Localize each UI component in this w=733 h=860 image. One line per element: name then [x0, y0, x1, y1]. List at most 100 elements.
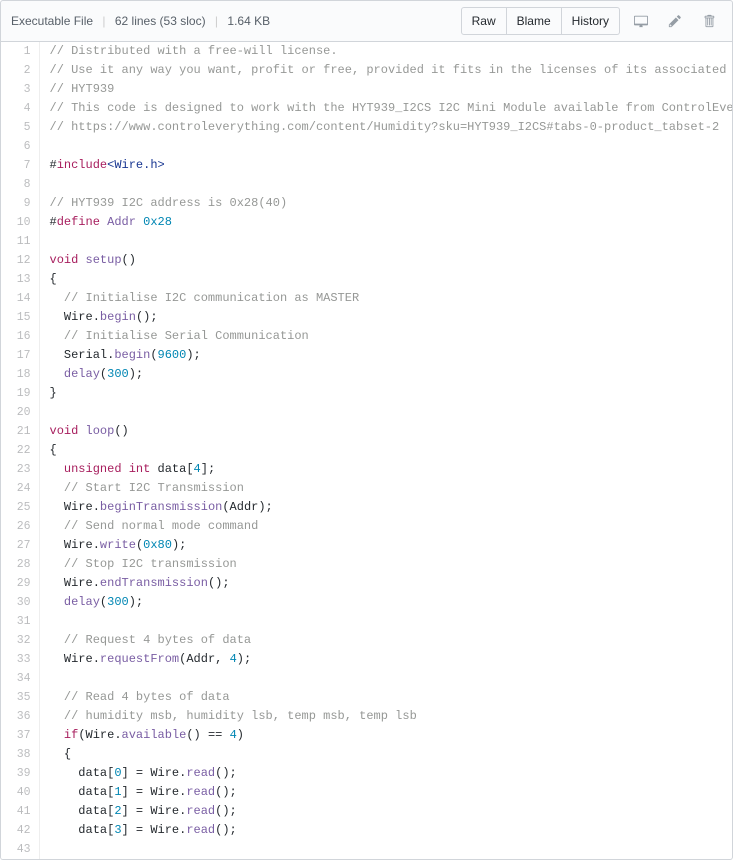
pencil-icon[interactable]	[662, 8, 688, 34]
line-content[interactable]	[39, 669, 733, 688]
line-content[interactable]	[39, 403, 733, 422]
line-content[interactable]: #define Addr 0x28	[39, 213, 733, 232]
line-content[interactable]: {	[39, 441, 733, 460]
code-line: 6	[1, 137, 733, 156]
line-content[interactable]	[39, 175, 733, 194]
code-line: 12void setup()	[1, 251, 733, 270]
line-content[interactable]: unsigned int data[4];	[39, 460, 733, 479]
line-number[interactable]: 14	[1, 289, 39, 308]
line-number[interactable]: 8	[1, 175, 39, 194]
line-content[interactable]: }	[39, 384, 733, 403]
line-number[interactable]: 22	[1, 441, 39, 460]
line-number[interactable]: 16	[1, 327, 39, 346]
line-number[interactable]: 21	[1, 422, 39, 441]
line-content[interactable]: Wire.endTransmission();	[39, 574, 733, 593]
line-number[interactable]: 28	[1, 555, 39, 574]
line-content[interactable]: #include<Wire.h>	[39, 156, 733, 175]
line-number[interactable]: 36	[1, 707, 39, 726]
line-number[interactable]: 2	[1, 61, 39, 80]
line-number[interactable]: 30	[1, 593, 39, 612]
line-number[interactable]: 41	[1, 802, 39, 821]
line-number[interactable]: 35	[1, 688, 39, 707]
line-content[interactable]: {	[39, 745, 733, 764]
code-line: 23 unsigned int data[4];	[1, 460, 733, 479]
line-number[interactable]: 26	[1, 517, 39, 536]
line-number[interactable]: 10	[1, 213, 39, 232]
line-content[interactable]: Wire.begin();	[39, 308, 733, 327]
line-content[interactable]: data[3] = Wire.read();	[39, 821, 733, 840]
line-number[interactable]: 12	[1, 251, 39, 270]
code-line: 43	[1, 840, 733, 859]
line-content[interactable]: // Initialise I2C communication as MASTE…	[39, 289, 733, 308]
line-number[interactable]: 19	[1, 384, 39, 403]
line-content[interactable]: delay(300);	[39, 593, 733, 612]
raw-button[interactable]: Raw	[461, 7, 507, 35]
trashcan-icon[interactable]	[696, 8, 722, 34]
blame-button[interactable]: Blame	[507, 7, 562, 35]
desktop-icon[interactable]	[628, 8, 654, 34]
line-content[interactable]: Wire.requestFrom(Addr, 4);	[39, 650, 733, 669]
line-number[interactable]: 24	[1, 479, 39, 498]
line-number[interactable]: 3	[1, 80, 39, 99]
line-content[interactable]: {	[39, 270, 733, 289]
line-number[interactable]: 33	[1, 650, 39, 669]
line-content[interactable]: // humidity msb, humidity lsb, temp msb,…	[39, 707, 733, 726]
line-content[interactable]: // Use it any way you want, profit or fr…	[39, 61, 733, 80]
code-table: 1// Distributed with a free-will license…	[1, 42, 733, 859]
line-number[interactable]: 25	[1, 498, 39, 517]
line-number[interactable]: 32	[1, 631, 39, 650]
line-content[interactable]: // https://www.controleverything.com/con…	[39, 118, 733, 137]
history-button[interactable]: History	[562, 7, 620, 35]
line-number[interactable]: 11	[1, 232, 39, 251]
line-content[interactable]: // This code is designed to work with th…	[39, 99, 733, 118]
line-content[interactable]: if(Wire.available() == 4)	[39, 726, 733, 745]
line-content[interactable]: // Initialise Serial Communication	[39, 327, 733, 346]
line-number[interactable]: 27	[1, 536, 39, 555]
line-content[interactable]	[39, 840, 733, 859]
line-content[interactable]	[39, 137, 733, 156]
line-content[interactable]: // Read 4 bytes of data	[39, 688, 733, 707]
line-number[interactable]: 34	[1, 669, 39, 688]
line-content[interactable]: void loop()	[39, 422, 733, 441]
line-number[interactable]: 31	[1, 612, 39, 631]
line-content[interactable]: void setup()	[39, 251, 733, 270]
line-number[interactable]: 20	[1, 403, 39, 422]
line-number[interactable]: 39	[1, 764, 39, 783]
line-number[interactable]: 5	[1, 118, 39, 137]
line-content[interactable]	[39, 232, 733, 251]
line-number[interactable]: 40	[1, 783, 39, 802]
line-number[interactable]: 1	[1, 42, 39, 61]
line-content[interactable]	[39, 612, 733, 631]
line-number[interactable]: 17	[1, 346, 39, 365]
line-content[interactable]: Wire.beginTransmission(Addr);	[39, 498, 733, 517]
line-content[interactable]: data[0] = Wire.read();	[39, 764, 733, 783]
line-content[interactable]: // Send normal mode command	[39, 517, 733, 536]
line-number[interactable]: 37	[1, 726, 39, 745]
line-number[interactable]: 18	[1, 365, 39, 384]
line-number[interactable]: 29	[1, 574, 39, 593]
line-number[interactable]: 7	[1, 156, 39, 175]
code-line: 9// HYT939 I2C address is 0x28(40)	[1, 194, 733, 213]
line-content[interactable]: Wire.write(0x80);	[39, 536, 733, 555]
line-number[interactable]: 4	[1, 99, 39, 118]
line-content[interactable]: data[2] = Wire.read();	[39, 802, 733, 821]
line-number[interactable]: 6	[1, 137, 39, 156]
line-number[interactable]: 42	[1, 821, 39, 840]
line-content[interactable]: // HYT939 I2C address is 0x28(40)	[39, 194, 733, 213]
line-content[interactable]: // HYT939	[39, 80, 733, 99]
line-number[interactable]: 15	[1, 308, 39, 327]
line-number[interactable]: 13	[1, 270, 39, 289]
line-number[interactable]: 43	[1, 840, 39, 859]
file-actions: Raw Blame History	[461, 7, 722, 35]
line-content[interactable]: Serial.begin(9600);	[39, 346, 733, 365]
line-number[interactable]: 23	[1, 460, 39, 479]
line-number[interactable]: 9	[1, 194, 39, 213]
line-content[interactable]: // Distributed with a free-will license.	[39, 42, 733, 61]
line-content[interactable]: delay(300);	[39, 365, 733, 384]
code-line: 22{	[1, 441, 733, 460]
line-number[interactable]: 38	[1, 745, 39, 764]
line-content[interactable]: // Stop I2C transmission	[39, 555, 733, 574]
line-content[interactable]: // Start I2C Transmission	[39, 479, 733, 498]
line-content[interactable]: data[1] = Wire.read();	[39, 783, 733, 802]
line-content[interactable]: // Request 4 bytes of data	[39, 631, 733, 650]
